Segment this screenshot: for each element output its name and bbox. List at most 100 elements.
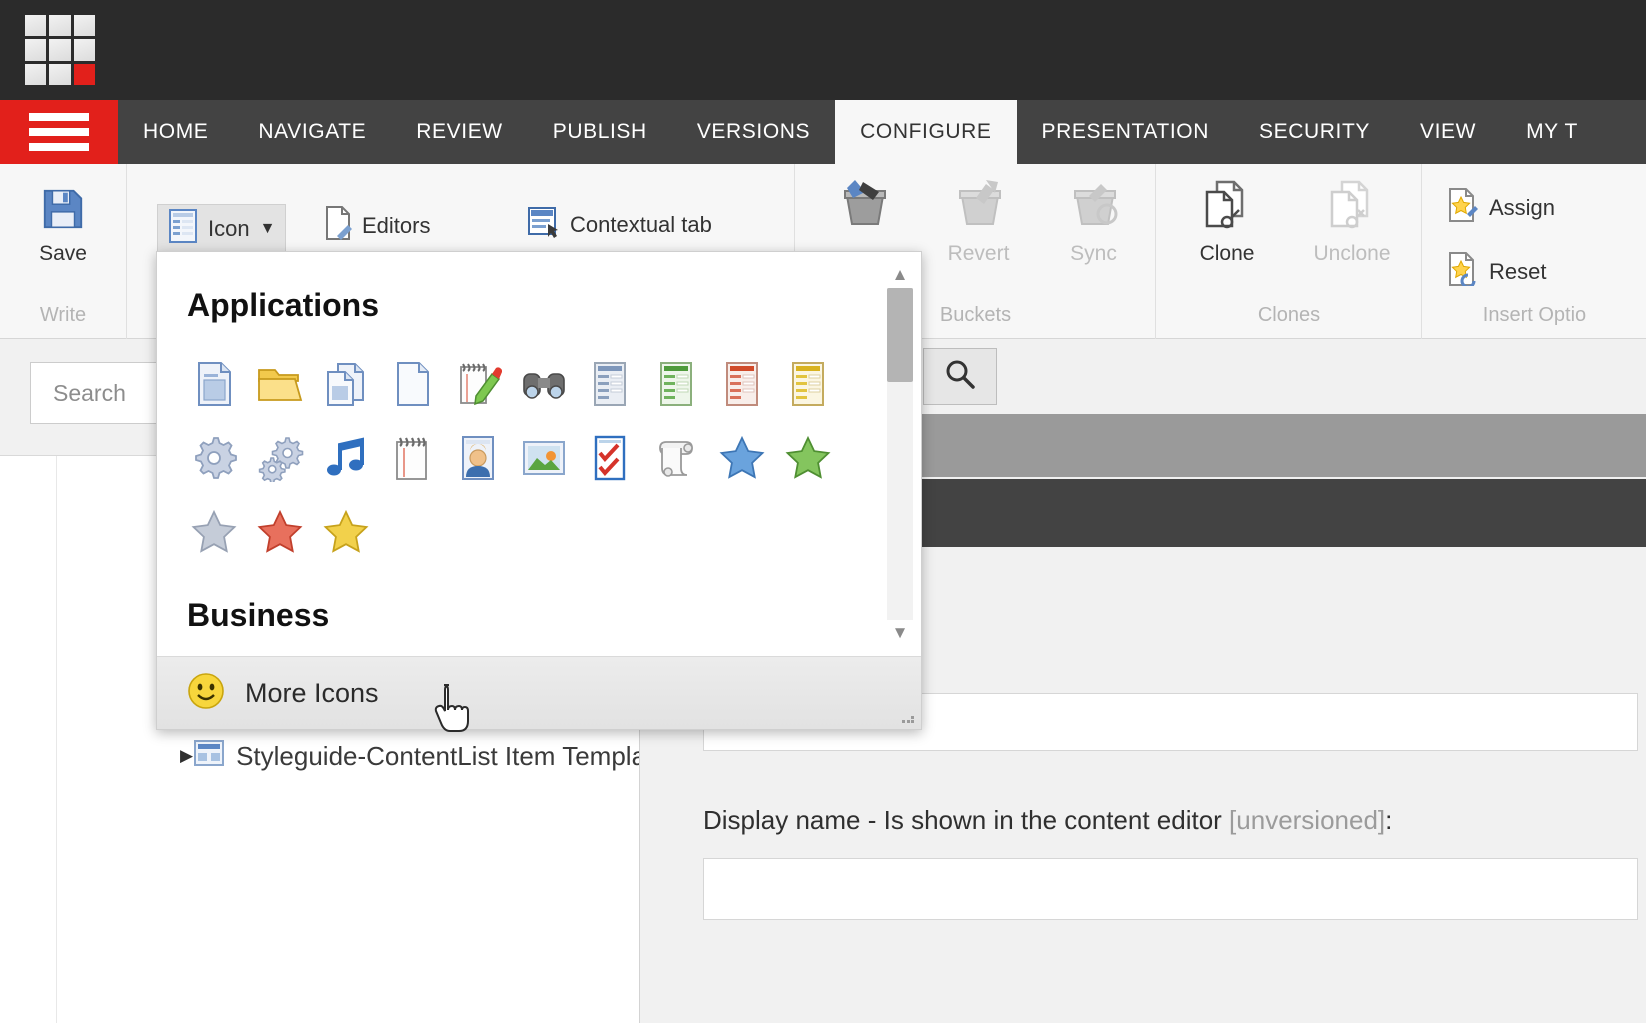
contact-card-icon[interactable] [445, 421, 511, 495]
form-red-icon[interactable] [709, 347, 775, 421]
resize-grip-handle[interactable] [902, 711, 916, 725]
menu-item-publish[interactable]: PUBLISH [528, 100, 672, 164]
menu-item-review[interactable]: REVIEW [391, 100, 527, 164]
main-menu-bar: HOME NAVIGATE REVIEW PUBLISH VERSIONS CO… [0, 100, 1646, 164]
gear-icon[interactable] [181, 421, 247, 495]
logo-cell [49, 39, 71, 61]
magnifier-icon [944, 358, 976, 395]
more-icons-button[interactable]: More Icons [157, 656, 921, 729]
star-grey-icon[interactable] [181, 495, 247, 569]
logo-cell [25, 63, 47, 85]
tab-search-button[interactable] [923, 348, 998, 405]
application-window: HOME NAVIGATE REVIEW PUBLISH VERSIONS CO… [0, 0, 1646, 1023]
folder-open-icon[interactable] [247, 347, 313, 421]
menu-item-configure[interactable]: CONFIGURE [835, 100, 1017, 164]
documents-stack-icon[interactable] [313, 347, 379, 421]
menu-item-view[interactable]: VIEW [1395, 100, 1501, 164]
assign-label: Assign [1489, 195, 1556, 220]
save-button-label: Save [39, 242, 87, 265]
document-icon[interactable] [181, 347, 247, 421]
scroll-icon[interactable] [643, 421, 709, 495]
revert-button-label: Revert [947, 242, 1010, 265]
contextual-tab-label: Contextual tab [570, 212, 712, 237]
tree-row[interactable]: ▶ Styleguide-ContentList Item Templa [0, 731, 640, 781]
sync-button[interactable]: Sync [1036, 178, 1151, 266]
logo-cell [73, 39, 95, 61]
bucket-button[interactable] [806, 178, 921, 242]
section-heading-business: Business [187, 597, 330, 633]
unclone-button[interactable]: Unclone [1287, 178, 1417, 266]
icon-scroll-area: Applications Business [157, 252, 892, 656]
logo-cell-accent [73, 63, 95, 85]
assign-icon [1447, 188, 1479, 228]
save-button[interactable]: Save [0, 178, 126, 266]
reset-button[interactable]: Reset [1447, 252, 1546, 292]
contextual-tab-button[interactable]: Contextual tab [528, 206, 712, 244]
bucket-icon [806, 178, 921, 240]
checklist-icon[interactable] [577, 421, 643, 495]
floppy-disk-icon [0, 178, 126, 240]
clone-button[interactable]: Clone [1162, 178, 1292, 266]
icon-dropdown-label: Icon [208, 216, 250, 241]
menu-item-navigate[interactable]: NAVIGATE [233, 100, 391, 164]
assign-button[interactable]: Assign [1447, 188, 1555, 228]
menu-item-security[interactable]: SECURITY [1234, 100, 1395, 164]
field-label-prefix: Display name - Is shown in the content e… [703, 805, 1230, 835]
tree-item-label: Styleguide-ContentList Item Templa [236, 740, 640, 771]
template-icon [193, 739, 227, 773]
binoculars-icon[interactable] [511, 347, 577, 421]
blank-page-icon[interactable] [379, 347, 445, 421]
icon-panel-scrollbar[interactable]: ▲ ▼ [887, 262, 913, 646]
ribbon-group-insert-options-label: Insert Optio [1482, 304, 1587, 326]
icon-picker-dropdown: Applications Business ▲ ▼ More Icons [156, 251, 922, 730]
unclone-icon [1287, 178, 1417, 240]
menu-item-versions[interactable]: VERSIONS [672, 100, 835, 164]
field-label-display-name: Display name - Is shown in the content e… [703, 805, 1392, 836]
sitecore-logo[interactable] [25, 15, 95, 85]
scroll-up-arrow-icon[interactable]: ▲ [887, 262, 913, 288]
top-header [0, 0, 1646, 100]
unclone-button-label: Unclone [1313, 242, 1391, 265]
logo-cell [49, 15, 71, 37]
gears-icon[interactable] [247, 421, 313, 495]
form-blue-icon[interactable] [577, 347, 643, 421]
ribbon-group-clones: Clone Unclone Clones [1157, 164, 1422, 339]
menu-items: HOME NAVIGATE REVIEW PUBLISH VERSIONS CO… [118, 100, 1603, 164]
scroll-down-arrow-icon[interactable]: ▼ [887, 620, 913, 646]
star-yellow-icon[interactable] [313, 495, 379, 569]
star-blue-icon[interactable] [709, 421, 775, 495]
chevron-down-icon: ▼ [259, 220, 276, 237]
scrollbar-thumb[interactable] [887, 288, 913, 382]
icon-grid-applications [181, 347, 841, 569]
photo-icon[interactable] [511, 421, 577, 495]
icon-dropdown-button[interactable]: Icon ▼ [157, 204, 287, 254]
editors-label: Editors [362, 213, 431, 238]
music-note-icon[interactable] [313, 421, 379, 495]
expand-arrow-icon[interactable]: ▶ [180, 746, 193, 766]
field-input-display-name[interactable] [703, 858, 1638, 920]
notebook-icon[interactable] [379, 421, 445, 495]
ribbon-group-clones-label: Clones [1257, 304, 1321, 326]
more-icons-label: More Icons [245, 677, 379, 708]
reset-label: Reset [1489, 259, 1547, 284]
logo-cell [49, 63, 71, 85]
star-red-icon[interactable] [247, 495, 313, 569]
smiley-icon [187, 672, 225, 715]
ribbon-group-write-label: Write [39, 304, 87, 326]
hamburger-menu-icon[interactable] [0, 100, 118, 164]
document-edit-icon [324, 206, 352, 246]
editors-button[interactable]: Editors [324, 206, 430, 246]
menu-item-home[interactable]: HOME [118, 100, 233, 164]
form-green-icon[interactable] [643, 347, 709, 421]
revert-button[interactable]: Revert [921, 178, 1036, 266]
form-yellow-icon[interactable] [775, 347, 841, 421]
logo-cell [73, 15, 95, 37]
bucket-sync-icon [1036, 178, 1151, 240]
section-heading-applications: Applications [187, 287, 380, 323]
star-green-icon[interactable] [775, 421, 841, 495]
notepad-pencil-icon[interactable] [445, 347, 511, 421]
reset-icon [1447, 252, 1479, 292]
menu-item-presentation[interactable]: PRESENTATION [1017, 100, 1234, 164]
clone-icon [1162, 178, 1292, 240]
menu-item-my-toolbar[interactable]: MY T [1501, 100, 1603, 164]
